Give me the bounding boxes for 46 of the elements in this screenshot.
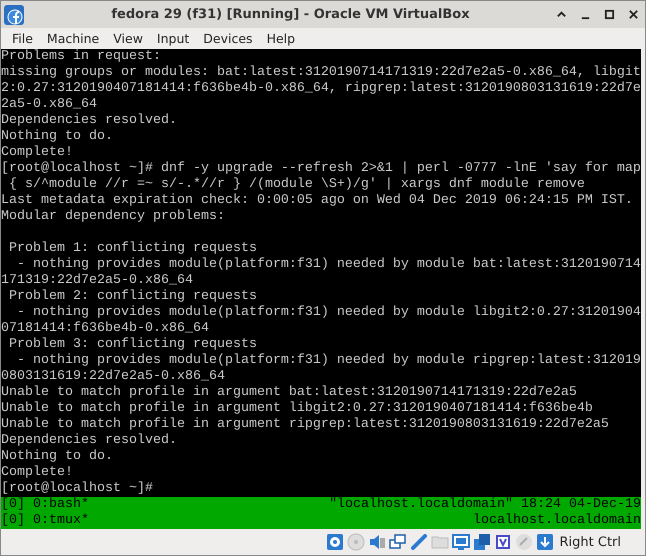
tmux-host-label: localhost.localdomain (473, 513, 641, 529)
host-key-label: Right Ctrl (560, 534, 621, 550)
terminal-line: Dependencies resolved. (1, 113, 178, 129)
terminal-line: { s/^module //r =~ s/-.*//r } /(module \S+)/g' | xargs dnf module remove (8, 177, 586, 193)
tmux-host-label: "localhost.localdomain" 18:24 04-Dec-19 (329, 497, 641, 513)
audio-icon[interactable] (368, 533, 386, 551)
terminal-line: Problem 3: conflicting requests (8, 337, 258, 353)
menu-item[interactable]: Machine (40, 31, 106, 46)
display-icon[interactable] (452, 533, 470, 551)
menu-item[interactable]: File (5, 31, 40, 46)
terminal-line: Problem 2: conflicting requests (8, 289, 258, 305)
terminal-line: Complete! (1, 145, 74, 161)
terminal-line: Unable to match profile in argument ripgrep:latest:3120190803131619:22d7e2a5 (1, 417, 610, 433)
terminal-line: - nothing provides module(platform:f31) needed by module libgit2:0.27:31201904 (16, 305, 641, 321)
terminal-line: Nothing to do. (1, 129, 114, 145)
terminal-line: 2:0.27:3120190407181414:f636be4b-0.x86_64, ripgrep:latest:3120190803131619:22d7e (1, 81, 641, 97)
terminal-line: Problem 1: conflicting requests (8, 241, 258, 257)
tmux-window-label: [0] 0:tmux* (1, 513, 89, 529)
terminal-line: 0803131619:22d7e2a5-0.x86_64 (1, 369, 226, 385)
close-icon[interactable] (628, 9, 639, 20)
terminal-line: 171319:22d7e2a5-0.x86_64 (1, 273, 194, 289)
menu-item[interactable]: Input (150, 31, 196, 46)
window-title: fedora 29 (f31) [Running] - Oracle VM VirtualBox (110, 7, 471, 22)
terminal-line: 2a5-0.x86_64 (1, 97, 98, 113)
menu-item[interactable]: Devices (196, 31, 260, 46)
terminal-line: Dependencies resolved. (1, 433, 178, 449)
usb-icon[interactable] (410, 533, 428, 551)
maximize-icon[interactable] (604, 9, 615, 20)
terminal-line: Unable to match profile in argument bat:latest:3120190714171319:22d7e2a5 (1, 385, 578, 401)
terminal-line: - nothing provides module(platform:f31) needed by module bat:latest:3120190714 (16, 257, 641, 273)
menu-item[interactable]: Help (260, 31, 302, 46)
terminal-line: Unable to match profile in argument libgit2:0.27:3120190407181414:f636be4b (1, 401, 594, 417)
terminal-line: - nothing provides module(platform:f31) needed by module ripgrep:latest:312019 (16, 353, 641, 369)
terminal-line: Complete! (1, 465, 74, 481)
terminal-line: [root@localhost ~]# (1, 481, 154, 497)
app-logo-icon (3, 4, 25, 26)
terminal-line: [root@localhost ~]# dnf -y upgrade --refresh 2>&1 | perl -0777 -lnE 'say for map (1, 161, 641, 177)
terminal-line: Last metadata expiration check: 0:00:05 ago on Wed 04 Dec 2019 06:24:15 PM IST. (1, 193, 634, 209)
terminal-line: Nothing to do. (1, 449, 114, 465)
terminal-line: 07181414:f636be4b-0.x86_64 (1, 321, 210, 337)
terminal-line: missing groups or modules: bat:latest:3120190714171319:22d7e2a5-0.x86_64, libgit (1, 65, 641, 81)
network-icon[interactable] (388, 533, 406, 551)
terminal-line: Problems in request: (1, 49, 162, 65)
menu-item[interactable]: View (106, 31, 150, 46)
tmux-window-label: [0] 0:bash* (1, 497, 89, 513)
terminal-line: Modular dependency problems: (1, 209, 226, 225)
